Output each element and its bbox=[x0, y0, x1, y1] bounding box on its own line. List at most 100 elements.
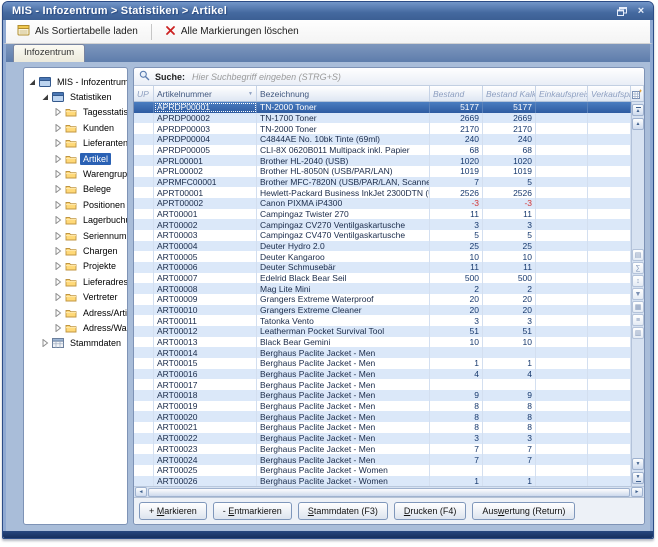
column-header-verkaufspreis[interactable]: Verkaufsprei bbox=[588, 86, 631, 101]
table-row[interactable]: APRDP00002TN-1700 Toner26692669 bbox=[134, 113, 631, 124]
table-row[interactable]: ART00002Campingaz CV270 Ventilgaskartusc… bbox=[134, 219, 631, 230]
column-header-artikelnummer[interactable]: Artikelnummer ▼ bbox=[154, 86, 257, 101]
column-header-up[interactable]: UP bbox=[134, 86, 154, 101]
tree-item-artikel[interactable]: Artikel bbox=[24, 151, 127, 166]
table-row[interactable]: ART00014Berghaus Paclite Jacket - Men bbox=[134, 347, 631, 358]
rows-icon[interactable]: ≡ bbox=[632, 314, 644, 326]
collapsed-icon[interactable] bbox=[53, 139, 62, 147]
tree-item-warengruppen[interactable]: Warengruppen bbox=[24, 166, 127, 181]
horizontal-scroll-thumb[interactable] bbox=[148, 488, 630, 497]
table-row[interactable]: ART00020Berghaus Paclite Jacket - Men88 bbox=[134, 411, 631, 422]
table-row[interactable]: ART00005Deuter Kangaroo1010 bbox=[134, 251, 631, 262]
collapsed-icon[interactable] bbox=[40, 339, 49, 347]
sort-icon[interactable]: ↕ bbox=[632, 275, 644, 287]
table-row[interactable]: APRDP00004C4844AE No. 10bk Tinte (69ml)2… bbox=[134, 134, 631, 145]
collapsed-icon[interactable] bbox=[53, 324, 62, 332]
auswertung-button[interactable]: Auswertung (Return) bbox=[472, 502, 575, 520]
table-row[interactable]: APRT00001Hewlett-Packard Business InkJet… bbox=[134, 187, 631, 198]
table-row[interactable]: APRL00001Brother HL-2040 (USB)10201020 bbox=[134, 155, 631, 166]
table-row[interactable]: APRL00002Brother HL-8050N (USB/PAR/LAN)1… bbox=[134, 166, 631, 177]
table-row[interactable]: ART00003Campingaz CV470 Ventilgaskartusc… bbox=[134, 230, 631, 241]
collapsed-icon[interactable] bbox=[53, 170, 62, 178]
table-row[interactable]: ART00004Deuter Hydro 2.02525 bbox=[134, 241, 631, 252]
table-row[interactable]: ART00013Black Bear Gemini1010 bbox=[134, 337, 631, 348]
collapsed-icon[interactable] bbox=[53, 309, 62, 317]
vertical-scrollbar[interactable]: ▲ ▲ ▤∑↕▼▦≡▥ ▼ ▼ bbox=[631, 102, 644, 486]
markieren-button[interactable]: + Markieren bbox=[139, 502, 207, 520]
table-row[interactable]: APRDP00001TN-2000 Toner51775177 bbox=[134, 102, 631, 113]
table-row[interactable]: ART00007Edelrid Black Bear Seil500500 bbox=[134, 273, 631, 284]
table-row[interactable]: ART00018Berghaus Paclite Jacket - Men99 bbox=[134, 390, 631, 401]
table-row[interactable]: ART00012Leatherman Pocket Survival Tool5… bbox=[134, 326, 631, 337]
tree-item-adress-warengruppen[interactable]: Adress/Warengruppen bbox=[24, 320, 127, 335]
table-row[interactable]: ART00015Berghaus Paclite Jacket - Men11 bbox=[134, 358, 631, 369]
tree-item-vertreter[interactable]: Vertreter bbox=[24, 289, 127, 304]
scroll-up-icon[interactable]: ▲ bbox=[632, 118, 644, 130]
close-icon[interactable]: × bbox=[633, 5, 649, 18]
table-row[interactable]: APRT00002Canon PIXMA iP4300-3-3 bbox=[134, 198, 631, 209]
table-row[interactable]: ART00024Berghaus Paclite Jacket - Men77 bbox=[134, 454, 631, 465]
collapsed-icon[interactable] bbox=[53, 278, 62, 286]
tree-item-mis-infozentrum[interactable]: MIS - Infozentrum bbox=[24, 74, 127, 89]
stammdaten-button[interactable]: Stammdaten (F3) bbox=[298, 502, 388, 520]
collapsed-icon[interactable] bbox=[53, 216, 62, 224]
column-header-einkaufspreis[interactable]: Einkaufspreis bbox=[536, 86, 588, 101]
table-row[interactable]: ART00019Berghaus Paclite Jacket - Men88 bbox=[134, 401, 631, 412]
column-header-bestand[interactable]: Bestand bbox=[430, 86, 483, 101]
table-row[interactable]: ART00017Berghaus Paclite Jacket - Men bbox=[134, 379, 631, 390]
tree-item-seriennummern[interactable]: Seriennummern bbox=[24, 228, 127, 243]
collapsed-icon[interactable] bbox=[53, 201, 62, 209]
column-header-bezeichnung[interactable]: Bezeichnung bbox=[257, 86, 430, 101]
scroll-to-bottom-icon[interactable]: ▼ bbox=[632, 472, 644, 484]
expanded-icon[interactable] bbox=[27, 78, 36, 86]
table-row[interactable]: ART00016Berghaus Paclite Jacket - Men44 bbox=[134, 369, 631, 380]
table-row[interactable]: ART00021Berghaus Paclite Jacket - Men88 bbox=[134, 422, 631, 433]
tree-item-statistiken[interactable]: Statistiken bbox=[24, 89, 127, 104]
collapsed-icon[interactable] bbox=[53, 185, 62, 193]
restore-icon[interactable] bbox=[614, 5, 630, 18]
tree-item-positionen[interactable]: Positionen bbox=[24, 197, 127, 212]
tab-infozentrum[interactable]: Infozentrum bbox=[13, 44, 85, 62]
search-input[interactable] bbox=[190, 71, 639, 83]
table-row[interactable]: ART00023Berghaus Paclite Jacket - Men77 bbox=[134, 444, 631, 455]
column-chooser-icon[interactable] bbox=[631, 86, 644, 101]
tree-item-belege[interactable]: Belege bbox=[24, 182, 127, 197]
sum-icon[interactable]: ∑ bbox=[632, 262, 644, 274]
table-row[interactable]: ART00022Berghaus Paclite Jacket - Men33 bbox=[134, 433, 631, 444]
table-row[interactable]: APRDP00003TN-2000 Toner21702170 bbox=[134, 123, 631, 134]
expanded-icon[interactable] bbox=[40, 93, 49, 101]
table-row[interactable]: APRDP00005CLI-8X 0620B011 Multipack inkl… bbox=[134, 145, 631, 156]
table-row[interactable]: APRMFC00001Brother MFC-7820N (USB/PAR/LA… bbox=[134, 177, 631, 188]
tree-item-projekte[interactable]: Projekte bbox=[24, 259, 127, 274]
list-icon[interactable]: ▤ bbox=[632, 249, 644, 261]
horizontal-scrollbar[interactable]: ◄ ► bbox=[134, 486, 644, 497]
tree-item-kunden[interactable]: Kunden bbox=[24, 120, 127, 135]
tree-item-chargen[interactable]: Chargen bbox=[24, 243, 127, 258]
table-row[interactable]: ART00011Tatonka Vento33 bbox=[134, 315, 631, 326]
table-row[interactable]: ART00010Grangers Extreme Cleaner2020 bbox=[134, 305, 631, 316]
scroll-left-icon[interactable]: ◄ bbox=[135, 487, 147, 497]
tree-item-tagesstatistik[interactable]: Tagesstatistik bbox=[24, 105, 127, 120]
load-sort-table-button[interactable]: Als Sortiertabelle laden bbox=[10, 21, 145, 42]
table-row[interactable]: ART00026Berghaus Paclite Jacket - Women1… bbox=[134, 476, 631, 487]
column-header-bestand-kalk[interactable]: Bestand Kalk.. bbox=[483, 86, 536, 101]
collapsed-icon[interactable] bbox=[53, 124, 62, 132]
collapsed-icon[interactable] bbox=[53, 262, 62, 270]
collapsed-icon[interactable] bbox=[53, 247, 62, 255]
tree-item-stammdaten[interactable]: Stammdaten bbox=[24, 336, 127, 351]
table-row[interactable]: ART00009Grangers Extreme Waterproof2020 bbox=[134, 294, 631, 305]
grid-icon[interactable]: ▦ bbox=[632, 301, 644, 313]
table-row[interactable]: ART00001Campingaz Twister 2701111 bbox=[134, 209, 631, 220]
collapsed-icon[interactable] bbox=[53, 293, 62, 301]
table-row[interactable]: ART00025Berghaus Paclite Jacket - Women bbox=[134, 465, 631, 476]
columns-icon[interactable]: ▥ bbox=[632, 327, 644, 339]
collapsed-icon[interactable] bbox=[53, 155, 62, 163]
scroll-down-icon[interactable]: ▼ bbox=[632, 458, 644, 470]
collapsed-icon[interactable] bbox=[53, 108, 62, 116]
tree-item-adress-artikel[interactable]: Adress/Artikel bbox=[24, 305, 127, 320]
tree-item-lieferanten[interactable]: Lieferanten bbox=[24, 136, 127, 151]
table-row[interactable]: ART00006Deuter Schmusebär1111 bbox=[134, 262, 631, 273]
filter-icon[interactable]: ▼ bbox=[632, 288, 644, 300]
scroll-to-top-icon[interactable]: ▲ bbox=[632, 104, 644, 116]
clear-marks-button[interactable]: Alle Markierungen löschen bbox=[158, 22, 306, 42]
